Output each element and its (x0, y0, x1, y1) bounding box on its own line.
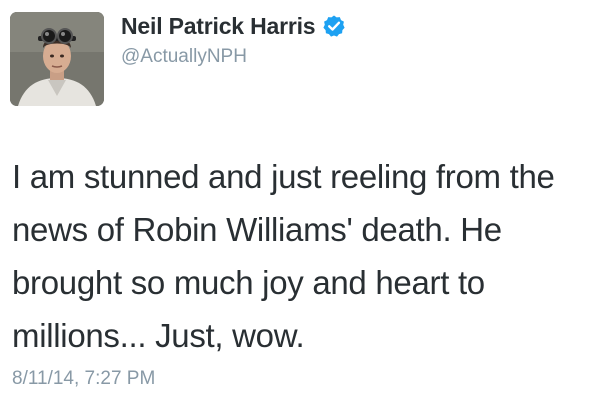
user-handle[interactable]: @ActuallyNPH (121, 46, 247, 68)
display-name[interactable]: Neil Patrick Harris (121, 13, 316, 40)
tweet-text: I am stunned and just reeling from the n… (12, 158, 555, 354)
verified-badge-icon (322, 14, 346, 38)
tweet-timestamp[interactable]: 8/11/14, 7:27 PM (12, 368, 155, 390)
profile-photo-icon (10, 12, 104, 106)
avatar[interactable] (10, 12, 104, 106)
name-row: Neil Patrick Harris (121, 11, 346, 41)
